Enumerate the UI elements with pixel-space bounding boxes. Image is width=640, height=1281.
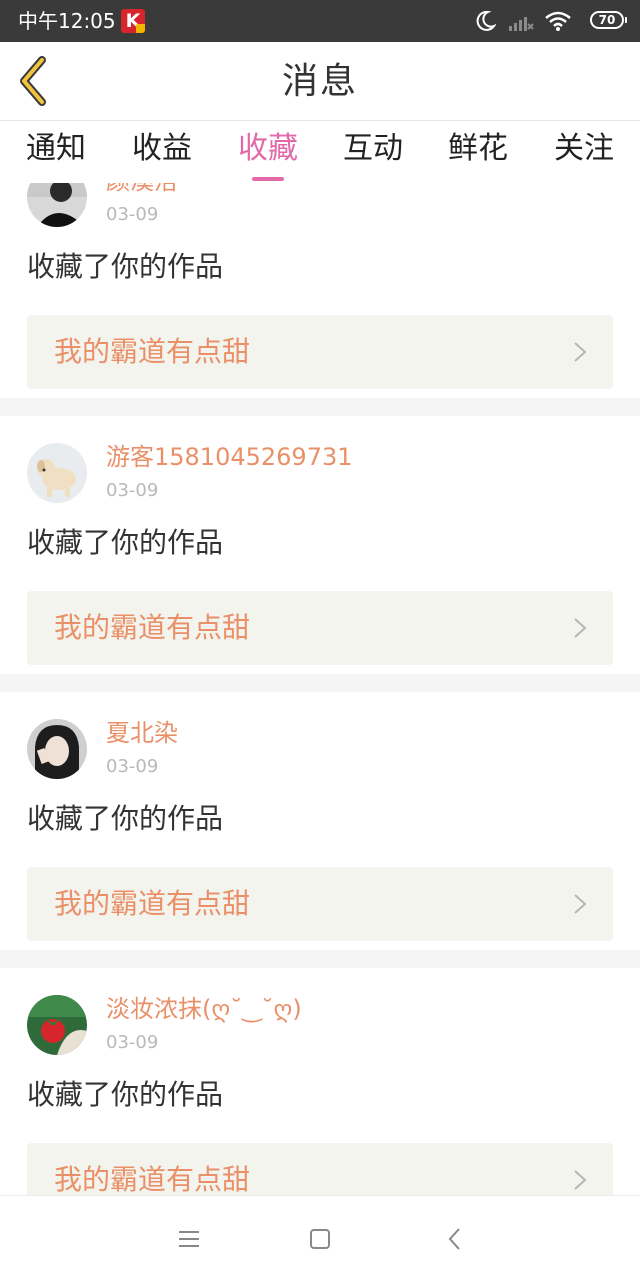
avatar[interactable] bbox=[27, 719, 87, 779]
home-button[interactable] bbox=[305, 1224, 335, 1254]
work-link[interactable]: 我的霸道有点甜 bbox=[27, 591, 613, 665]
app-notification-icon: K bbox=[121, 9, 145, 33]
user-name[interactable]: 游客1581045269731 bbox=[106, 442, 353, 472]
tab-label: 关注 bbox=[554, 131, 614, 166]
list-item: 夏北染 03-09 收藏了你的作品 我的霸道有点甜 bbox=[0, 692, 640, 968]
avatar[interactable] bbox=[27, 443, 87, 503]
tab-active-indicator bbox=[252, 177, 284, 181]
chevron-right-icon bbox=[574, 342, 587, 362]
avatar[interactable] bbox=[27, 183, 87, 227]
page-title: 消息 bbox=[281, 61, 358, 102]
work-link[interactable]: 我的霸道有点甜 bbox=[27, 315, 613, 389]
tab-label: 收益 bbox=[132, 131, 192, 166]
work-title: 我的霸道有点甜 bbox=[54, 611, 251, 644]
item-date: 03-09 bbox=[106, 756, 159, 777]
user-name[interactable]: 夏北染 bbox=[106, 718, 178, 748]
wifi-icon bbox=[545, 11, 571, 31]
battery-icon: 70 bbox=[590, 11, 627, 29]
signal-icon bbox=[509, 17, 534, 31]
tab-label: 鲜花 bbox=[448, 131, 508, 166]
tab-follow[interactable]: 关注 bbox=[531, 129, 637, 169]
system-nav-bar bbox=[0, 1195, 640, 1281]
item-date: 03-09 bbox=[106, 480, 159, 501]
chevron-right-icon bbox=[574, 1170, 587, 1190]
action-text: 收藏了你的作品 bbox=[27, 802, 224, 835]
avatar-girl-icon bbox=[27, 719, 87, 779]
user-name[interactable]: 淡妆浓抹(ღ˘‿˘ღ) bbox=[106, 994, 302, 1024]
tab-label: 互动 bbox=[343, 131, 403, 166]
app-header: 消息 bbox=[0, 42, 640, 121]
item-date: 03-09 bbox=[106, 204, 159, 225]
work-link[interactable]: 我的霸道有点甜 bbox=[27, 867, 613, 941]
moon-icon bbox=[476, 10, 496, 31]
tab-interaction[interactable]: 互动 bbox=[320, 129, 426, 169]
item-date: 03-09 bbox=[106, 1032, 159, 1053]
message-list[interactable]: 颜溪洛 03-09 收藏了你的作品 我的霸道有点甜 bbox=[0, 183, 640, 1195]
list-item: 颜溪洛 03-09 收藏了你的作品 我的霸道有点甜 bbox=[0, 183, 640, 416]
chevron-right-icon bbox=[574, 618, 587, 638]
system-back-button[interactable] bbox=[440, 1224, 470, 1254]
tab-favorites[interactable]: 收藏 bbox=[215, 129, 321, 181]
work-title: 我的霸道有点甜 bbox=[54, 1163, 251, 1195]
tab-bar: 通知 收益 收藏 互动 鲜花 关注 bbox=[0, 121, 640, 183]
tab-label: 通知 bbox=[26, 131, 86, 166]
action-text: 收藏了你的作品 bbox=[27, 1078, 224, 1111]
avatar-puppy-icon bbox=[27, 443, 87, 503]
list-item: 游客1581045269731 03-09 收藏了你的作品 我的霸道有点甜 bbox=[0, 416, 640, 692]
menu-button[interactable] bbox=[174, 1224, 204, 1254]
home-square-icon bbox=[310, 1229, 330, 1249]
tab-label: 收藏 bbox=[238, 131, 298, 166]
work-title: 我的霸道有点甜 bbox=[54, 335, 251, 368]
avatar-strawberry-icon bbox=[27, 995, 87, 1055]
tab-earnings[interactable]: 收益 bbox=[109, 129, 215, 169]
list-item: 淡妆浓抹(ღ˘‿˘ღ) 03-09 收藏了你的作品 我的霸道有点甜 bbox=[0, 968, 640, 1195]
status-time: 中午12:05 bbox=[18, 9, 116, 33]
tab-notice[interactable]: 通知 bbox=[3, 129, 109, 169]
back-triangle-icon bbox=[448, 1228, 460, 1250]
avatar[interactable] bbox=[27, 995, 87, 1055]
user-name[interactable]: 颜溪洛 bbox=[106, 183, 178, 196]
avatar-photo-icon bbox=[27, 183, 87, 227]
status-bar: 中午12:05 K 70 bbox=[0, 0, 640, 42]
action-text: 收藏了你的作品 bbox=[27, 250, 224, 283]
menu-icon bbox=[179, 1231, 199, 1247]
work-link[interactable]: 我的霸道有点甜 bbox=[27, 1143, 613, 1195]
chevron-right-icon bbox=[574, 894, 587, 914]
tab-flowers[interactable]: 鲜花 bbox=[425, 129, 531, 169]
action-text: 收藏了你的作品 bbox=[27, 526, 224, 559]
work-title: 我的霸道有点甜 bbox=[54, 887, 251, 920]
